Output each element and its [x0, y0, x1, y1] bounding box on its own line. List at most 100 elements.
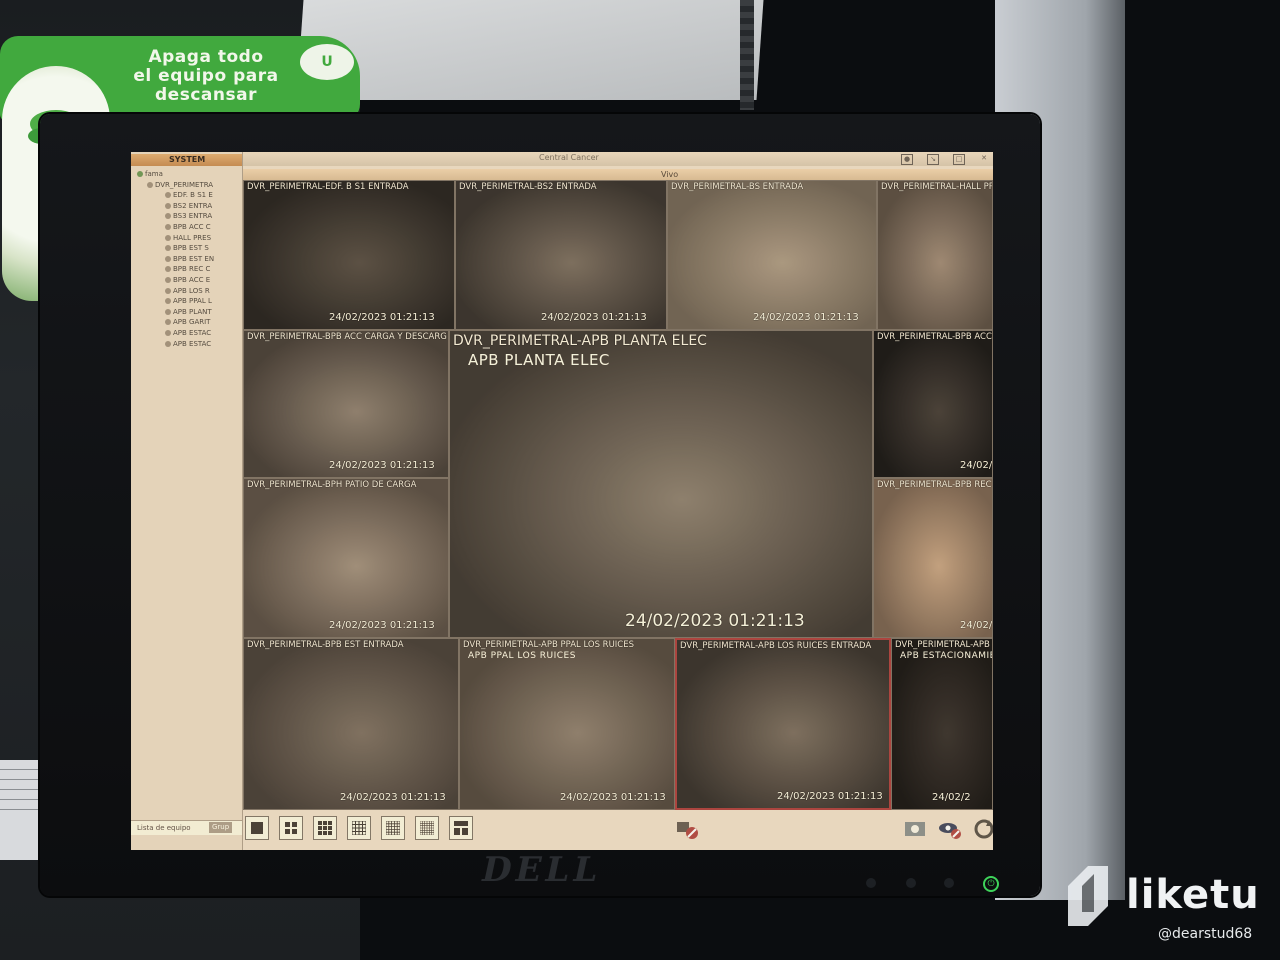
device-sidebar: SYSTEM fama DVR_PERIMETRA EDF. B S1 E BS2 E…: [131, 152, 243, 850]
tree-device[interactable]: BS2 ENTRA: [135, 201, 239, 212]
camera-timestamp: 24/02/2023 01:21:13: [777, 791, 883, 802]
record-disabled-icon[interactable]: [675, 818, 701, 840]
layout-5x5-button[interactable]: [381, 816, 405, 840]
camera-status-icon: [165, 319, 171, 326]
camera-tile[interactable]: DVR_PERIMETRAL-APB ES APB ESTACIONAMIE 24/…: [891, 638, 993, 810]
refresh-icon[interactable]: [971, 818, 993, 840]
camera-label: DVR_PERIMETRAL-BPB ACC CARGA Y DESCARG: [247, 332, 447, 342]
power-icon[interactable]: ⏻: [983, 876, 999, 892]
camera-status-icon: [147, 181, 153, 188]
camera-tile[interactable]: DVR_PERIMETRAL-BPB EST ENTRADA 24/02/2023…: [243, 638, 459, 810]
restore-icon[interactable]: □: [953, 154, 965, 165]
camera-timestamp: 24/02/2: [932, 792, 971, 803]
camera-label: DVR_PERIMETRAL-APB PPAL LOS RUICES: [463, 640, 635, 650]
tree-device[interactable]: BS3 ENTRA: [135, 211, 239, 222]
camera-timestamp: 24/02/2023 01:21:13: [329, 620, 435, 631]
background-cable: [740, 0, 754, 110]
camera-tile[interactable]: DVR_PERIMETRAL-BS2 ENTRADA 24/02/2023 01:…: [455, 180, 667, 330]
tree-label: BPB EST EN: [173, 254, 215, 263]
tree-device[interactable]: APB GARIT: [135, 317, 239, 328]
sticker-text: Apaga todo el equipo para descansar: [106, 48, 306, 105]
camera-tile[interactable]: DVR_PERIMETRAL-BS ENTRADA 24/02/2023 01:2…: [667, 180, 877, 330]
live-view-header: Vivo: [243, 169, 993, 180]
view-disabled-icon[interactable]: [937, 818, 963, 840]
watermark-user: @dearstud68: [1158, 926, 1253, 942]
monitor-brand-logo: DELL: [477, 850, 606, 890]
layout-toolbar: [243, 810, 993, 850]
tree-label: APB LOS R: [173, 286, 210, 295]
close-icon[interactable]: ✕: [979, 154, 989, 163]
tree-device[interactable]: APB LOS R: [135, 286, 239, 297]
camera-tile[interactable]: DVR_PERIMETRAL-APB PLANTA ELEC APB PLANTA…: [449, 330, 873, 638]
camera-label: DVR_PERIMETRAL-BS2 ENTRADA: [459, 182, 597, 192]
lock-icon[interactable]: ●: [901, 154, 913, 165]
camera-tile[interactable]: DVR_PERIMETRAL-APB PPAL LOS RUICES APB PP…: [459, 638, 675, 810]
layout-6x6-button[interactable]: [415, 816, 439, 840]
camera-status-icon: [165, 308, 171, 315]
camera-label: DVR_PERIMETRAL-BPH PATIO DE CARGA: [247, 480, 417, 490]
camera-status-icon: [165, 266, 171, 273]
tree-device[interactable]: APB ESTAC: [135, 339, 239, 350]
tree-device[interactable]: APB PPAL L: [135, 296, 239, 307]
camera-tile[interactable]: DVR_PERIMETRAL-EDF. B S1 ENTRADA 24/02/20…: [243, 180, 455, 330]
camera-label: DVR_PERIMETRAL-BPB ACC: [877, 332, 992, 342]
camera-status-icon: [165, 298, 171, 305]
layout-1x1-button[interactable]: [245, 816, 269, 840]
pin-icon[interactable]: ↘: [927, 154, 939, 165]
camera-status-icon: [165, 234, 171, 241]
layout-2x2-button[interactable]: [279, 816, 303, 840]
sticker-line: Apaga todo: [148, 47, 264, 67]
layout-3x3-button[interactable]: [313, 816, 337, 840]
device-tree: fama DVR_PERIMETRA EDF. B S1 E BS2 ENTRA BS3…: [135, 169, 239, 349]
tree-device[interactable]: EDF. B S1 E: [135, 190, 239, 201]
camera-tile[interactable]: DVR_PERIMETRAL-HALL PR: [877, 180, 993, 330]
monitor-button[interactable]: [944, 878, 954, 888]
camera-timestamp: 24/02/2023 01:21:13: [329, 312, 435, 323]
camera-tile[interactable]: DVR_PERIMETRAL-APB LOS RUICES ENTRADA 24/…: [675, 638, 891, 810]
camera-label: DVR_PERIMETRAL-BS ENTRADA: [671, 182, 804, 192]
background-paper: [296, 0, 764, 100]
tree-device[interactable]: HALL PRES: [135, 233, 239, 244]
camera-timestamp: 24/02/2023 01:21:13: [625, 611, 805, 631]
tree-device[interactable]: APB ESTAC: [135, 328, 239, 339]
background-note: [0, 760, 45, 860]
layout-4x4-button[interactable]: [347, 816, 371, 840]
tab-group[interactable]: Grup: [209, 822, 233, 833]
tree-device[interactable]: DVR_PERIMETRA: [135, 180, 239, 191]
monitor-button[interactable]: [906, 878, 916, 888]
sidebar-tabs: Lista de equipo Grup: [131, 820, 242, 835]
camera-tile[interactable]: DVR_PERIMETRAL-BPB REC 24/02/2: [873, 478, 993, 638]
camera-tile[interactable]: DVR_PERIMETRAL-BPB ACC 24/02/2: [873, 330, 993, 478]
monitor-button[interactable]: [866, 878, 876, 888]
tree-label: HALL PRES: [173, 233, 212, 242]
camera-timestamp: 24/02/2: [960, 460, 993, 471]
tree-device[interactable]: BPB ACC C: [135, 222, 239, 233]
camera-tile[interactable]: DVR_PERIMETRAL-BPB ACC CARGA Y DESCARG 24…: [243, 330, 449, 478]
camera-timestamp: 24/02/2023 01:21:13: [340, 792, 446, 803]
camera-timestamp: 24/02/2: [960, 620, 993, 631]
sticker-line: descansar: [155, 85, 257, 105]
snapshot-icon[interactable]: [903, 818, 929, 840]
tree-device[interactable]: APB PLANT: [135, 307, 239, 318]
tree-device[interactable]: BPB EST EN: [135, 254, 239, 265]
layout-custom-button[interactable]: [449, 816, 473, 840]
tree-label: APB GARIT: [173, 318, 211, 327]
tree-device[interactable]: BPB EST S: [135, 243, 239, 254]
camera-tile[interactable]: DVR_PERIMETRAL-BPH PATIO DE CARGA 24/02/2…: [243, 478, 449, 638]
tree-device[interactable]: BPB REC C: [135, 264, 239, 275]
tree-root[interactable]: fama: [135, 169, 239, 180]
layout-16-icon: [352, 821, 366, 835]
camera-status-icon: [165, 245, 171, 252]
camera-label: DVR_PERIMETRAL-APB LOS RUICES ENTRADA: [680, 641, 872, 651]
tree-label: BPB REC C: [173, 265, 211, 274]
camera-label: DVR_PERIMETRAL-APB PLANTA ELEC: [453, 333, 707, 349]
tab-device-list[interactable]: Lista de equipo: [131, 824, 191, 832]
camera-status-icon: [165, 192, 171, 199]
camera-status-icon: [165, 287, 171, 294]
sticker-logo: U: [300, 44, 354, 80]
window-titlebar: Central Cancer ● ↘ □ ✕: [131, 152, 993, 166]
system-header[interactable]: SYSTEM: [131, 154, 242, 166]
camera-overlay-name: APB PPAL LOS RUICES: [468, 651, 576, 661]
tree-device[interactable]: BPB ACC E: [135, 275, 239, 286]
camera-label: DVR_PERIMETRAL-APB ES: [895, 640, 993, 650]
